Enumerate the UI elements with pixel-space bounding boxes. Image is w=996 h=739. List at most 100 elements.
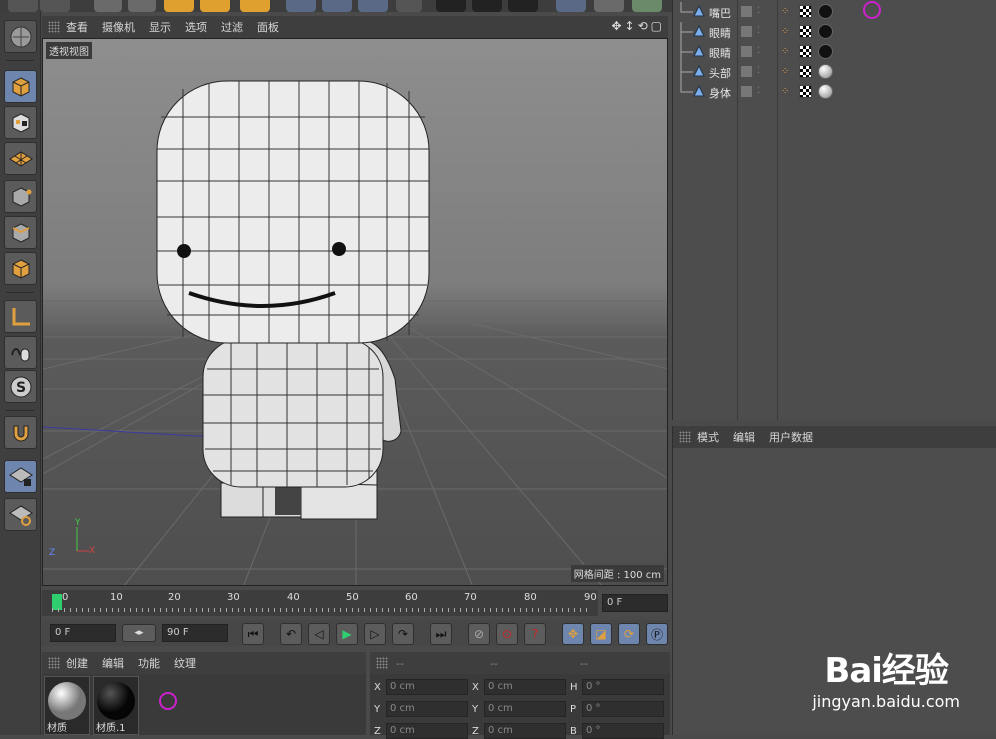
go-to-end-button[interactable]: ⏭ bbox=[430, 623, 452, 645]
start-frame-field[interactable]: 0 F bbox=[50, 624, 116, 642]
object-row[interactable]: 眼睛 ⁚ ⁘ bbox=[673, 42, 996, 62]
object-row[interactable]: 头部 ⁚ ⁘ bbox=[673, 62, 996, 82]
uvw-tag-icon[interactable] bbox=[799, 65, 812, 78]
move-tool-icon[interactable] bbox=[128, 0, 156, 12]
menu-edit[interactable]: 编辑 bbox=[733, 429, 755, 445]
menu-options[interactable]: 选项 bbox=[185, 19, 207, 35]
menu-function[interactable]: 功能 bbox=[138, 655, 160, 671]
uvw-tag-icon[interactable] bbox=[799, 45, 812, 58]
phong-tag-icon[interactable]: ⁘ bbox=[781, 46, 789, 57]
object-name[interactable]: 嘴巴 bbox=[709, 5, 731, 21]
timeline-ruler[interactable]: 0 10 20 30 40 50 60 70 80 90 bbox=[42, 590, 598, 616]
grip-icon[interactable] bbox=[679, 431, 691, 443]
material-tile[interactable]: 材质.1 bbox=[93, 676, 139, 735]
zoom-icon[interactable]: ↕ bbox=[625, 19, 635, 33]
undo-button[interactable] bbox=[8, 0, 38, 12]
material-tag-black-icon[interactable] bbox=[818, 44, 833, 59]
render-picture-viewer-icon[interactable] bbox=[472, 0, 502, 12]
z-axis-lock-icon[interactable] bbox=[358, 0, 388, 12]
subdivision-icon[interactable] bbox=[632, 0, 662, 12]
phong-tag-icon[interactable]: ⁘ bbox=[781, 86, 789, 97]
layer-icon[interactable] bbox=[741, 86, 752, 97]
x-axis-lock-icon[interactable] bbox=[286, 0, 316, 12]
object-name[interactable]: 眼睛 bbox=[709, 45, 731, 61]
maximize-icon[interactable]: ▢ bbox=[651, 19, 662, 33]
visibility-dots-icon[interactable]: ⁚ bbox=[757, 46, 760, 56]
menu-camera[interactable]: 摄像机 bbox=[102, 19, 135, 35]
record-position-button[interactable]: ✥ bbox=[562, 623, 584, 645]
rotation-h-field[interactable]: 0 ° bbox=[582, 679, 664, 695]
phong-tag-icon[interactable]: ⁘ bbox=[781, 6, 789, 17]
magnet-button[interactable] bbox=[4, 416, 37, 449]
object-name[interactable]: 头部 bbox=[709, 65, 731, 81]
menu-filter[interactable]: 过滤 bbox=[221, 19, 243, 35]
phong-tag-icon[interactable]: ⁘ bbox=[781, 26, 789, 37]
position-z-field[interactable]: 0 cm bbox=[386, 723, 468, 739]
object-name[interactable]: 眼睛 bbox=[709, 25, 731, 41]
model-mode-button[interactable] bbox=[4, 70, 37, 103]
rotate-tool-icon[interactable] bbox=[200, 0, 230, 12]
rotation-p-field[interactable]: 0 ° bbox=[582, 701, 664, 717]
snapping-button[interactable]: S bbox=[4, 370, 37, 403]
menu-user-data[interactable]: 用户数据 bbox=[769, 429, 813, 445]
record-rotation-button[interactable]: ⟳ bbox=[618, 623, 640, 645]
coordinate-system-icon[interactable] bbox=[396, 0, 422, 12]
material-tag-black-icon[interactable] bbox=[818, 24, 833, 39]
polygons-mode-button[interactable] bbox=[4, 252, 37, 285]
grip-icon[interactable] bbox=[48, 21, 60, 33]
previous-keyframe-button[interactable]: ↶ bbox=[280, 623, 302, 645]
edges-mode-button[interactable] bbox=[4, 216, 37, 249]
uvw-tag-icon[interactable] bbox=[799, 85, 812, 98]
material-tag-white-icon[interactable] bbox=[818, 84, 833, 99]
workplane-mode-button[interactable] bbox=[4, 142, 37, 175]
position-y-field[interactable]: 0 cm bbox=[386, 701, 468, 717]
menu-create[interactable]: 创建 bbox=[66, 655, 88, 671]
scale-tool-icon[interactable] bbox=[164, 0, 194, 12]
menu-panel[interactable]: 面板 bbox=[257, 19, 279, 35]
current-frame-field[interactable]: 0 F bbox=[602, 594, 668, 612]
orbit-icon[interactable]: ⟲ bbox=[638, 19, 648, 33]
tweak-mode-button[interactable] bbox=[4, 336, 37, 369]
perspective-viewport[interactable]: Y X Z 透视视图 网格间距 : 100 cm bbox=[42, 38, 668, 586]
material-tag-black-icon[interactable] bbox=[818, 4, 833, 19]
grip-icon[interactable] bbox=[376, 657, 388, 669]
material-tile[interactable]: 材质 bbox=[44, 676, 90, 735]
make-editable-button[interactable] bbox=[4, 20, 37, 53]
menu-view[interactable]: 查看 bbox=[66, 19, 88, 35]
previous-frame-button[interactable]: ◁ bbox=[308, 623, 330, 645]
menu-edit[interactable]: 编辑 bbox=[102, 655, 124, 671]
object-row[interactable]: 眼睛 ⁚ ⁘ bbox=[673, 22, 996, 42]
layer-icon[interactable] bbox=[741, 46, 752, 57]
keyframe-selection-button[interactable]: ? bbox=[524, 623, 546, 645]
menu-texture[interactable]: 纹理 bbox=[174, 655, 196, 671]
live-select-icon[interactable] bbox=[94, 0, 122, 12]
render-settings-icon[interactable] bbox=[508, 0, 538, 12]
play-button[interactable]: ▶ bbox=[336, 623, 358, 645]
workplane-lock-button[interactable] bbox=[4, 460, 37, 493]
object-row[interactable]: 身体 ⁚ ⁘ bbox=[673, 82, 996, 102]
range-slider-button[interactable]: ◂▸ bbox=[122, 624, 156, 642]
visibility-dots-icon[interactable]: ⁚ bbox=[757, 26, 760, 36]
autokey-button[interactable]: ⊙ bbox=[496, 623, 518, 645]
cube-object-icon[interactable] bbox=[556, 0, 586, 12]
object-row[interactable]: 嘴巴 ⁚ ⁘ bbox=[673, 2, 996, 22]
visibility-dots-icon[interactable]: ⁚ bbox=[757, 86, 760, 96]
go-to-start-button[interactable]: ⏮ bbox=[242, 623, 264, 645]
workplane-rotate-button[interactable] bbox=[4, 498, 37, 531]
object-name[interactable]: 身体 bbox=[709, 85, 731, 101]
layer-icon[interactable] bbox=[741, 66, 752, 77]
menu-mode[interactable]: 模式 bbox=[697, 429, 719, 445]
size-y-field[interactable]: 0 cm bbox=[484, 701, 566, 717]
pan-icon[interactable]: ✥ bbox=[611, 19, 621, 33]
menu-display[interactable]: 显示 bbox=[149, 19, 171, 35]
recent-tool-icon[interactable] bbox=[240, 0, 270, 12]
redo-button[interactable] bbox=[40, 0, 70, 12]
uvw-tag-icon[interactable] bbox=[799, 5, 812, 18]
record-scale-button[interactable]: ◪ bbox=[590, 623, 612, 645]
grip-icon[interactable] bbox=[48, 657, 60, 669]
axis-mode-button[interactable] bbox=[4, 300, 37, 333]
size-z-field[interactable]: 0 cm bbox=[484, 723, 566, 739]
record-active-button[interactable]: ⊘ bbox=[468, 623, 490, 645]
points-mode-button[interactable] bbox=[4, 180, 37, 213]
visibility-dots-icon[interactable]: ⁚ bbox=[757, 66, 760, 76]
